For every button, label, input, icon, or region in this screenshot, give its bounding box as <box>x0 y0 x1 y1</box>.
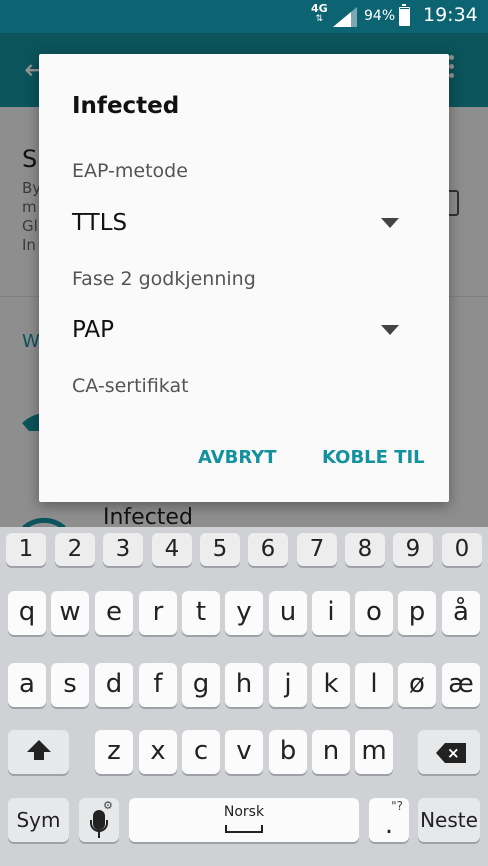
key-9[interactable]: 9 <box>393 533 433 566</box>
key-a[interactable]: a <box>8 663 46 707</box>
key-e[interactable]: e <box>95 591 133 635</box>
key-8[interactable]: 8 <box>345 533 385 566</box>
key-n[interactable]: n <box>312 730 350 774</box>
key-7[interactable]: 7 <box>297 533 337 566</box>
key-p[interactable]: p <box>398 591 436 635</box>
battery-icon <box>399 4 410 26</box>
key-d[interactable]: d <box>95 663 133 707</box>
key-5[interactable]: 5 <box>200 533 240 566</box>
key-1[interactable]: 1 <box>6 533 46 566</box>
key-s[interactable]: s <box>51 663 89 707</box>
key-3[interactable]: 3 <box>103 533 143 566</box>
voice-input-key[interactable]: ⚙ <box>79 798 119 842</box>
network-activity-icon: ⇅ <box>315 14 324 24</box>
key-o-slash[interactable]: ø <box>398 663 436 707</box>
keyboard: 1 2 3 4 5 6 7 8 9 0 q w e r t y u i o p … <box>0 527 488 866</box>
key-k[interactable]: k <box>312 663 350 707</box>
key-f[interactable]: f <box>139 663 177 707</box>
key-g[interactable]: g <box>182 663 220 707</box>
key-z[interactable]: z <box>95 730 133 774</box>
key-q[interactable]: q <box>8 591 46 635</box>
ca-certificate-label: CA-sertifikat <box>72 375 189 397</box>
signal-strength-icon <box>333 7 357 27</box>
key-t[interactable]: t <box>182 591 220 635</box>
key-b[interactable]: b <box>269 730 307 774</box>
phase2-auth-label: Fase 2 godkjenning <box>72 268 256 290</box>
period-key[interactable]: "? . <box>369 798 409 842</box>
space-icon <box>225 825 263 833</box>
next-key[interactable]: Neste <box>418 798 480 842</box>
key-i[interactable]: i <box>312 591 350 635</box>
shift-icon <box>26 740 51 760</box>
wifi-connect-dialog: Infected EAP-metode TTLS Fase 2 godkjenn… <box>39 54 449 502</box>
keyboard-language-label: Norsk <box>223 804 265 820</box>
key-a-ring[interactable]: å <box>442 591 480 635</box>
key-ae[interactable]: æ <box>442 663 480 707</box>
status-bar: 4G ⇅ 94% 19:34 <box>0 0 488 33</box>
space-key[interactable]: Norsk <box>129 798 359 842</box>
network-indicator: 4G ⇅ <box>311 3 328 25</box>
key-x[interactable]: x <box>139 730 177 774</box>
key-w[interactable]: w <box>51 591 89 635</box>
shift-key[interactable] <box>8 730 69 774</box>
phase2-auth-select[interactable]: PAP <box>72 317 114 343</box>
sym-key[interactable]: Sym <box>8 798 69 842</box>
key-l[interactable]: l <box>355 663 393 707</box>
chevron-down-icon[interactable] <box>381 325 399 335</box>
battery-percent: 94% <box>364 8 396 24</box>
connect-button[interactable]: KOBLE TIL <box>322 447 425 468</box>
key-y[interactable]: y <box>225 591 263 635</box>
key-r[interactable]: r <box>139 591 177 635</box>
eap-method-select[interactable]: TTLS <box>72 210 127 236</box>
key-c[interactable]: c <box>182 730 220 774</box>
chevron-down-icon[interactable] <box>381 218 399 228</box>
key-o[interactable]: o <box>355 591 393 635</box>
gear-icon: ⚙ <box>103 799 113 812</box>
key-v[interactable]: v <box>225 730 263 774</box>
key-h[interactable]: h <box>225 663 263 707</box>
key-0[interactable]: 0 <box>442 533 482 566</box>
eap-method-label: EAP-metode <box>72 160 188 182</box>
cancel-button[interactable]: AVBRYT <box>198 447 277 468</box>
key-4[interactable]: 4 <box>152 533 192 566</box>
key-2[interactable]: 2 <box>55 533 95 566</box>
key-u[interactable]: u <box>269 591 307 635</box>
backspace-key[interactable]: × <box>418 730 480 774</box>
key-m[interactable]: m <box>355 730 393 774</box>
dialog-title: Infected <box>72 93 180 119</box>
key-6[interactable]: 6 <box>248 533 288 566</box>
key-j[interactable]: j <box>269 663 307 707</box>
clock: 19:34 <box>423 4 478 26</box>
